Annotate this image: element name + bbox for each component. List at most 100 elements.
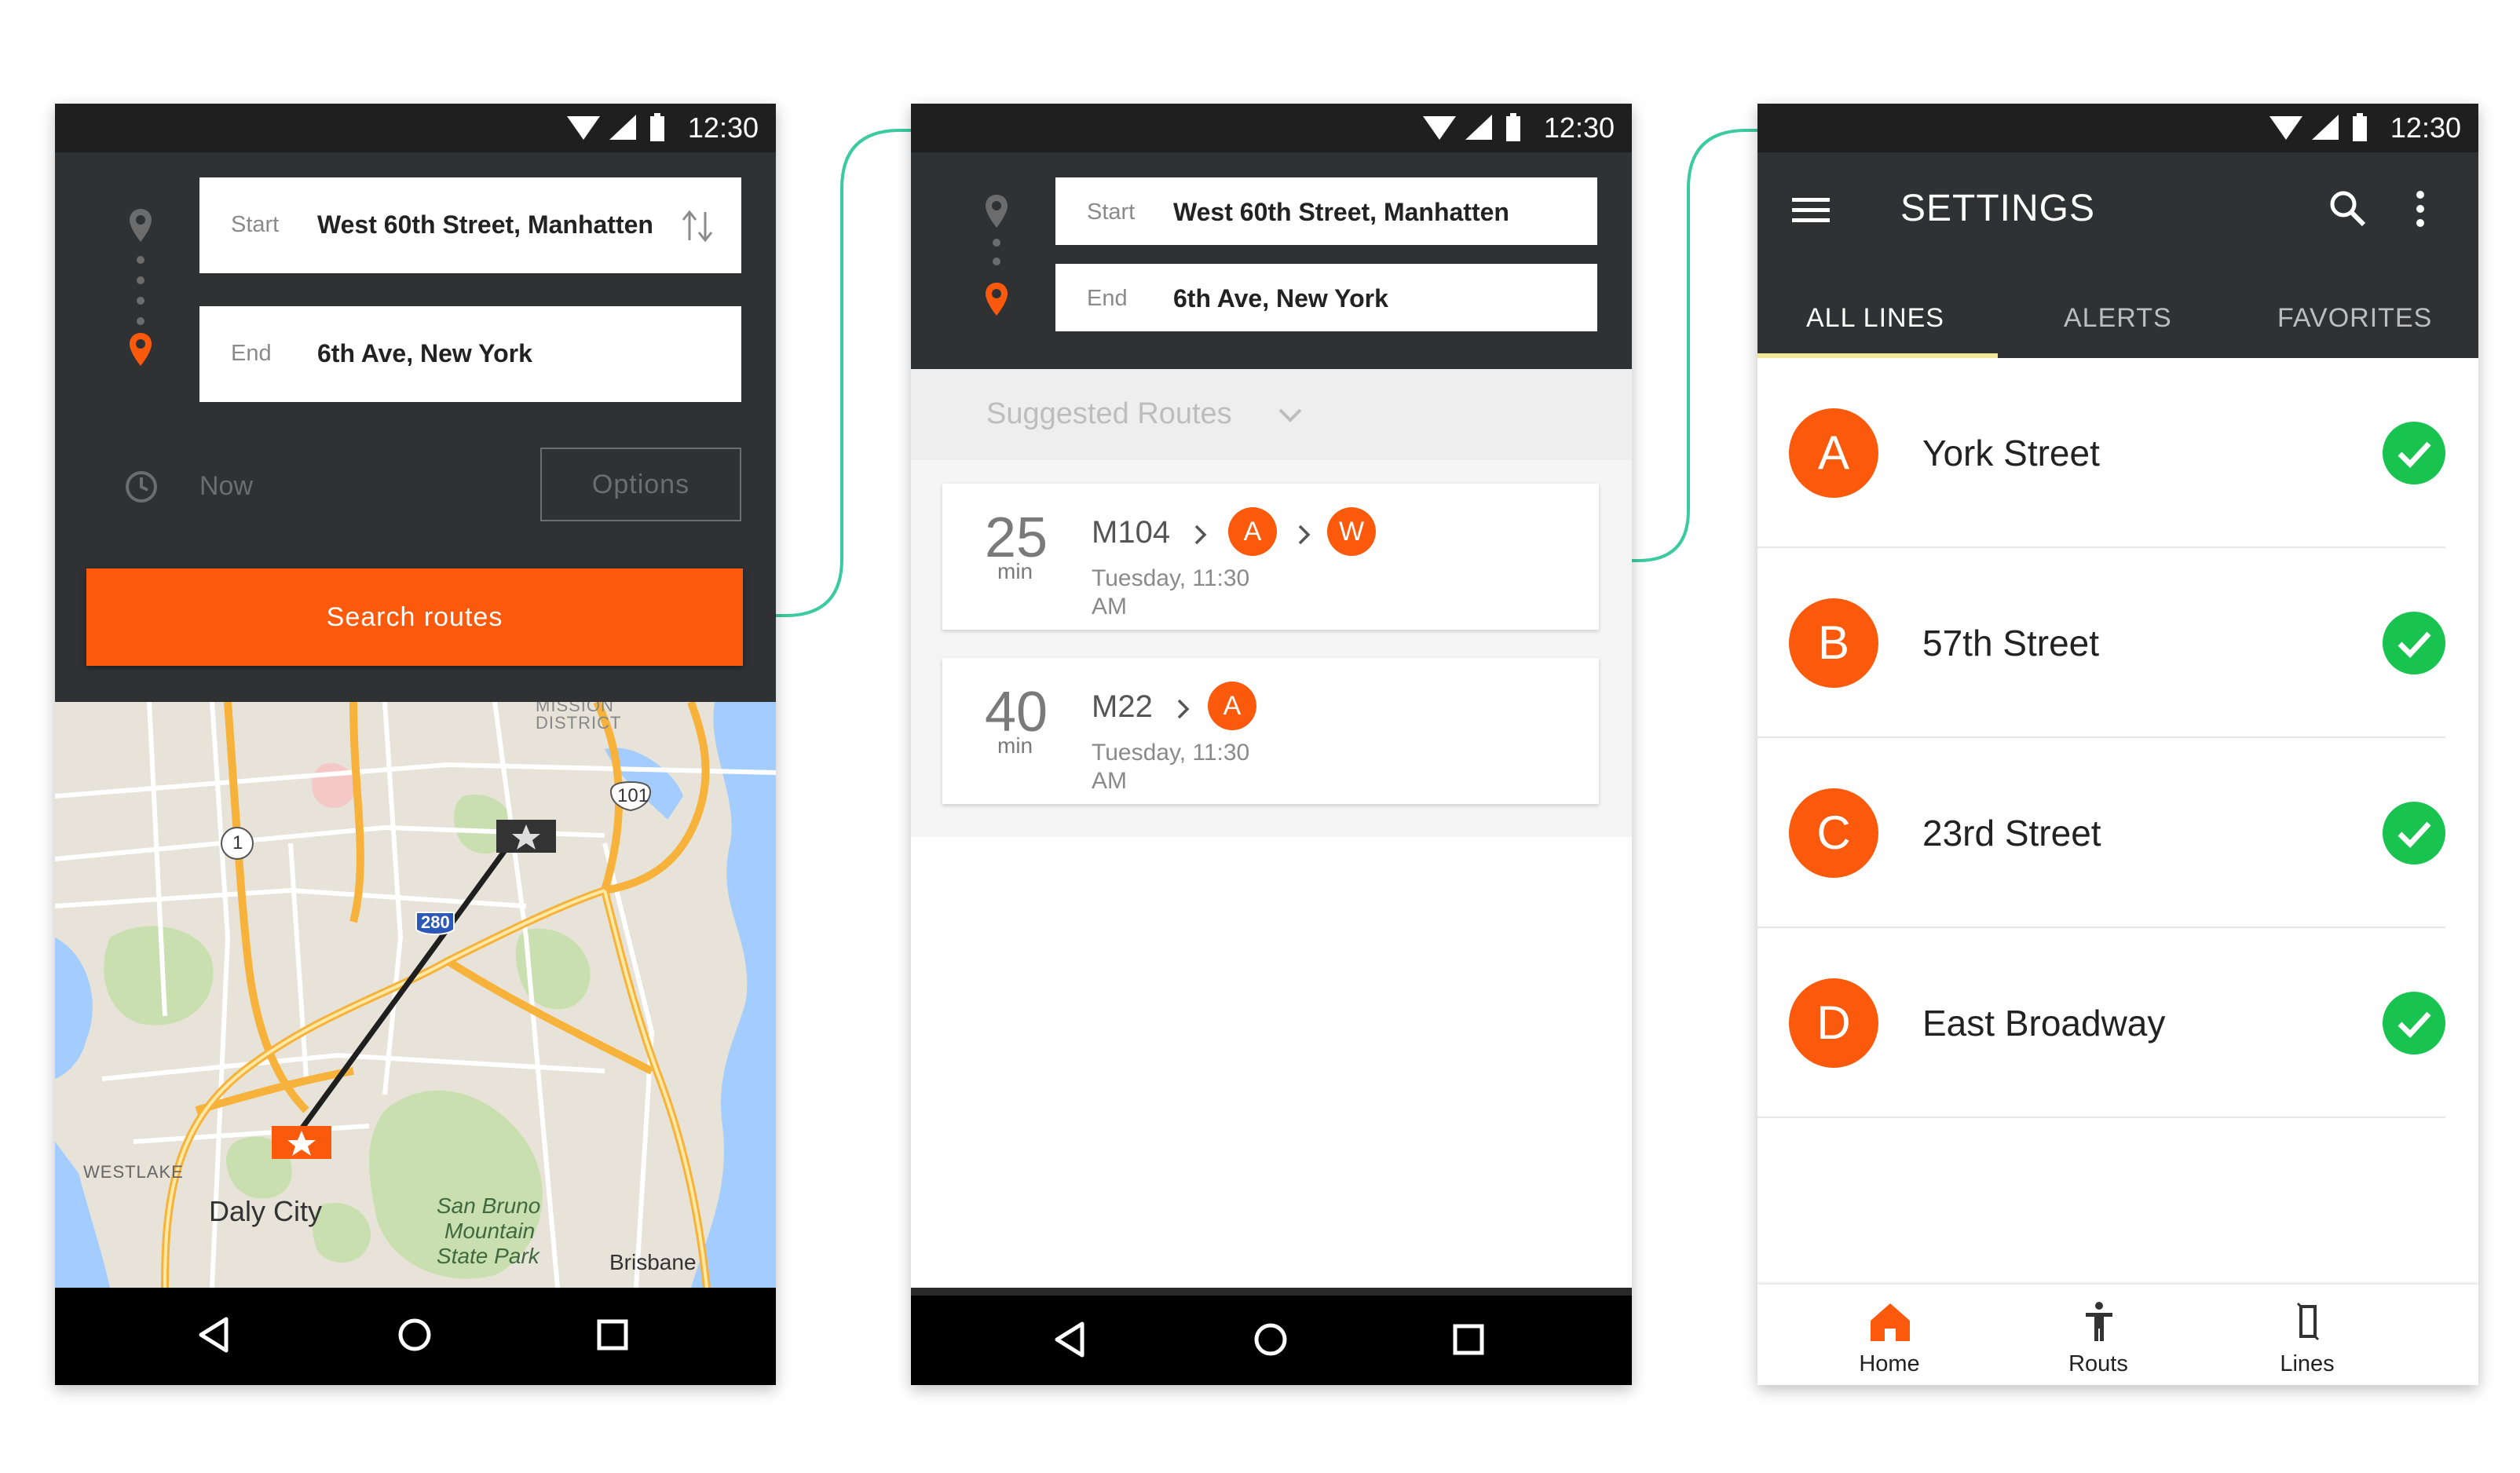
device-rotation-icon — [2296, 1302, 2320, 1341]
time-selector[interactable]: Now — [199, 471, 253, 502]
tab-alerts-label: ALERTS — [2064, 303, 2172, 333]
accessibility-icon — [2086, 1302, 2112, 1341]
recents-icon[interactable] — [1448, 1319, 1489, 1360]
list-item[interactable]: C 23rd Street — [1757, 738, 2478, 928]
line-name: York Street — [1922, 433, 2100, 473]
list-item[interactable]: D East Broadway — [1757, 928, 2478, 1118]
recents-icon[interactable] — [592, 1314, 633, 1355]
options-label: Options — [591, 470, 690, 499]
status-bar: 12:30 — [911, 104, 1632, 152]
end-value: 6th Ave, New York — [1173, 284, 1388, 313]
signal-icon — [609, 115, 636, 140]
route-card[interactable]: 25 min M104 A W Tuesday, 11:30 AM — [942, 484, 1599, 630]
start-field[interactable]: Start West 60th Street, Manhatten — [1055, 177, 1597, 245]
status-bar: 12:30 — [1757, 104, 2478, 152]
route-ampm: AM — [1092, 768, 1127, 794]
route-day: Tuesday, 11:30 — [1092, 565, 1250, 591]
start-label: Start — [231, 212, 280, 237]
check-icon — [2397, 821, 2431, 849]
line-badge-a: A — [1208, 682, 1256, 730]
check-toggle[interactable] — [2383, 422, 2445, 484]
end-field[interactable]: End 6th Ave, New York — [1055, 264, 1597, 331]
start-field[interactable]: Start West 60th Street, Manhatten — [199, 177, 741, 273]
page-title: SETTINGS — [1900, 188, 2096, 229]
suggested-routes-dropdown[interactable]: Suggested Routes — [911, 369, 1632, 460]
check-toggle[interactable] — [2383, 802, 2445, 864]
map-canvas — [55, 702, 776, 1288]
app-bar: SETTINGS ALL LINES ALERTS FAVORITES — [1757, 152, 2478, 358]
end-label: End — [231, 341, 272, 366]
line-badge-w: W — [1327, 507, 1376, 556]
bottom-nav-home[interactable]: Home — [1811, 1285, 1968, 1385]
bottom-nav-lines-label: Lines — [2280, 1351, 2335, 1376]
more-vert-icon[interactable] — [2414, 190, 2427, 229]
search-routes-label: Search routes — [326, 602, 503, 632]
map-label-daly-city: Daly City — [209, 1195, 323, 1227]
battery-icon — [650, 113, 664, 141]
back-icon[interactable] — [1051, 1319, 1088, 1360]
swap-icon[interactable] — [678, 209, 718, 243]
home-icon — [1871, 1303, 1910, 1341]
destination-pin-icon — [986, 283, 1008, 316]
android-nav-bar — [55, 1288, 776, 1385]
clock-icon — [126, 471, 157, 503]
map-label-hw101: 101 — [617, 785, 649, 806]
map-label-san-bruno-3: State Park — [437, 1244, 539, 1268]
map-label-san-bruno-2: Mountain — [444, 1219, 536, 1243]
end-field[interactable]: End 6th Ave, New York — [199, 306, 741, 402]
lines-list: A York Street B 57th Street C 23rd Stree… — [1757, 358, 2478, 1285]
search-icon[interactable] — [2328, 188, 2367, 228]
map-label-brisbane: Brisbane — [609, 1250, 697, 1274]
chevron-right-icon — [1194, 525, 1207, 545]
origin-pin-icon — [986, 195, 1008, 228]
line-letter: C — [1789, 788, 1878, 878]
route-dots — [993, 239, 1000, 270]
route-card[interactable]: 40 min M22 A Tuesday, 11:30 AM — [942, 658, 1599, 804]
list-item[interactable]: B 57th Street — [1757, 548, 2478, 738]
home-icon[interactable] — [1250, 1319, 1291, 1360]
check-toggle[interactable] — [2383, 612, 2445, 674]
map-label-district: DISTRICT — [536, 713, 622, 733]
line-letter: D — [1789, 978, 1878, 1068]
map-view[interactable]: MISSION DISTRICT 101 1 280 WESTLAKE Daly… — [55, 702, 776, 1288]
divider — [1757, 1117, 2445, 1118]
bottom-nav-routs-label: Routs — [2068, 1351, 2128, 1376]
check-icon — [2397, 441, 2431, 469]
search-routes-button[interactable]: Search routes — [86, 568, 743, 666]
route-minutes-unit: min — [997, 559, 1033, 583]
tab-favorites-label: FAVORITES — [2277, 303, 2433, 333]
tab-alerts[interactable]: ALERTS — [1998, 280, 2238, 358]
check-toggle[interactable] — [2383, 992, 2445, 1054]
list-item[interactable]: A York Street — [1757, 358, 2478, 548]
line-name: 57th Street — [1922, 623, 2100, 663]
tab-all-lines[interactable]: ALL LINES — [1757, 280, 1998, 358]
signal-icon — [1465, 115, 1492, 140]
options-button[interactable]: Options — [540, 448, 741, 521]
route-day: Tuesday, 11:30 — [1092, 740, 1250, 766]
status-bar: 12:30 — [55, 104, 776, 152]
bottom-nav-home-label: Home — [1859, 1351, 1920, 1376]
check-icon — [2397, 631, 2431, 659]
menu-icon[interactable] — [1790, 195, 1831, 226]
tab-favorites[interactable]: FAVORITES — [2238, 280, 2478, 358]
wifi-icon — [2269, 116, 2302, 140]
suggested-routes-label: Suggested Routes — [986, 397, 1232, 430]
start-value: West 60th Street, Manhatten — [1173, 198, 1509, 226]
chevron-down-icon — [1278, 408, 1302, 422]
status-time: 12:30 — [687, 111, 759, 144]
back-icon[interactable] — [195, 1314, 232, 1355]
route-form-panel: Start West 60th Street, Manhatten End 6t… — [911, 152, 1632, 369]
home-icon[interactable] — [394, 1314, 435, 1355]
tab-all-lines-label: ALL LINES — [1806, 303, 1944, 333]
bottom-nav-lines[interactable]: Lines — [2229, 1285, 2386, 1385]
status-time: 12:30 — [1543, 111, 1615, 144]
phone-route-search: 12:30 Start West 60th Street, Manhatten … — [55, 104, 776, 1385]
end-label: End — [1087, 286, 1128, 311]
list-bottom-fill — [911, 837, 1632, 1288]
line-letter: A — [1789, 408, 1878, 498]
routes-list: 25 min M104 A W Tuesday, 11:30 AM 40 min… — [911, 460, 1632, 1288]
bottom-nav-routs[interactable]: Routs — [2020, 1285, 2177, 1385]
map-label-hw1: 1 — [232, 832, 243, 853]
end-value: 6th Ave, New York — [317, 339, 532, 367]
destination-pin-icon — [130, 333, 152, 366]
